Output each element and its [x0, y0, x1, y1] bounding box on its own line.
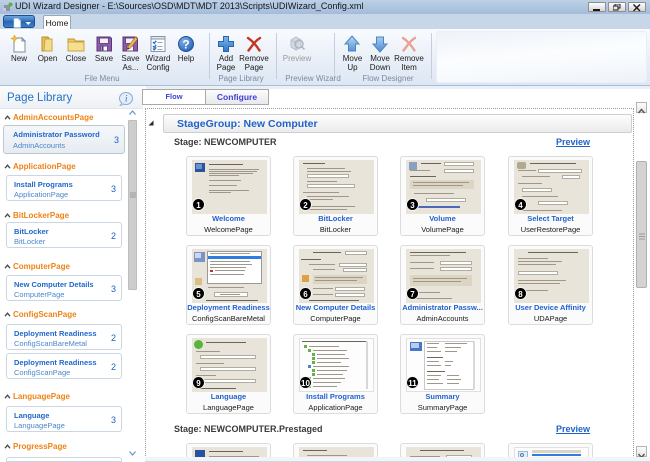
svg-text:?: ?	[182, 38, 189, 52]
